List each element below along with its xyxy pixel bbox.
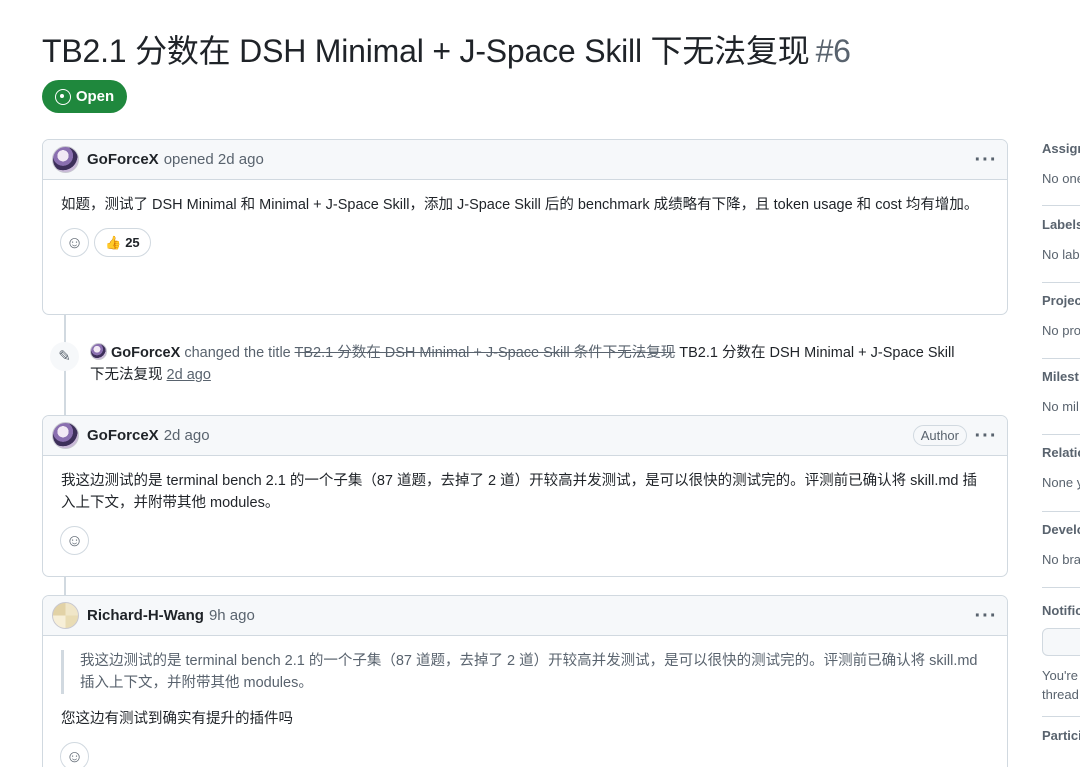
- reactions-bar: ☺: [43, 730, 1007, 767]
- author-badge: Author: [912, 425, 967, 446]
- timeline-comment: Richard-H-Wang 9h ago ··· 我这边测试的是 termin…: [42, 595, 1008, 767]
- event-timestamp[interactable]: 2d ago: [167, 367, 211, 383]
- divider: [1042, 511, 1080, 512]
- issue-body-comment: GoForceX opened 2d ago ··· 如题，测试了 DSH Mi…: [42, 139, 1008, 315]
- sidebar-assignees[interactable]: Assign No one: [1042, 141, 1080, 186]
- blockquote: 我这边测试的是 terminal bench 2.1 的一个子集（87 道题，去…: [61, 650, 989, 694]
- event-text: GoForceX changed the title TB2.1 分数在 DSH…: [90, 342, 970, 386]
- comment-author[interactable]: GoForceX: [87, 151, 159, 168]
- kebab-horizontal-icon[interactable]: ···: [973, 426, 999, 446]
- notification-text-2: thread: [1042, 687, 1079, 702]
- issue-state-badge: Open: [42, 80, 127, 113]
- sidebar-notifications: Notific You're thread: [1042, 603, 1080, 704]
- comment-author[interactable]: GoForceX: [87, 427, 159, 444]
- avatar[interactable]: [90, 343, 107, 360]
- subscribe-button[interactable]: [1042, 628, 1080, 656]
- sidebar-labels[interactable]: Labels No lab: [1042, 217, 1080, 262]
- reaction-thumbsup-button[interactable]: 👍 25: [94, 228, 151, 257]
- avatar[interactable]: [52, 422, 79, 449]
- comment-timestamp[interactable]: 2d ago: [164, 427, 210, 444]
- sidebar-heading: Notific: [1042, 603, 1080, 618]
- avatar[interactable]: [52, 602, 79, 629]
- sidebar-heading: Relatio: [1042, 445, 1080, 460]
- issue-title-heading: TB2.1 分数在 DSH Minimal + J-Space Skill 下无…: [42, 26, 851, 72]
- divider: [1042, 434, 1080, 435]
- sidebar-value: No pro: [1042, 323, 1080, 338]
- sidebar-value: No bra: [1042, 552, 1080, 567]
- renamed-title-event: ✎ GoForceX changed the title TB2.1 分数在 D…: [50, 342, 970, 386]
- sidebar-participants: Partici: [1042, 728, 1080, 743]
- divider: [1042, 587, 1080, 588]
- sidebar-value: No lab: [1042, 247, 1080, 262]
- notification-text-1: You're: [1042, 668, 1078, 683]
- event-action: changed the title: [184, 345, 291, 361]
- sidebar-value: None y: [1042, 475, 1080, 490]
- smiley-icon[interactable]: ☺: [60, 228, 89, 257]
- sidebar-development[interactable]: Develo No bra: [1042, 522, 1080, 567]
- smiley-icon[interactable]: ☺: [60, 526, 89, 555]
- issue-opened-icon: [54, 88, 71, 105]
- kebab-horizontal-icon[interactable]: ···: [973, 150, 999, 170]
- issue-state-label: Open: [75, 88, 115, 105]
- divider: [1042, 205, 1080, 206]
- reaction-count: 25: [125, 235, 140, 250]
- smiley-icon[interactable]: ☺: [60, 742, 89, 767]
- comment-header: GoForceX 2d ago Author ···: [43, 416, 1007, 456]
- sidebar-heading: Labels: [1042, 217, 1080, 232]
- issue-title: TB2.1 分数在 DSH Minimal + J-Space Skill 下无…: [42, 33, 810, 69]
- divider: [1042, 282, 1080, 283]
- comment-timestamp[interactable]: 9h ago: [209, 607, 255, 624]
- comment-body: 您这边有测试到确实有提升的插件吗: [61, 711, 293, 727]
- kebab-horizontal-icon[interactable]: ···: [973, 606, 999, 626]
- sidebar-heading: Milest: [1042, 369, 1079, 384]
- pencil-icon: ✎: [50, 342, 79, 371]
- divider: [1042, 716, 1080, 717]
- sidebar-heading: Develo: [1042, 522, 1080, 537]
- issue-number: #6: [815, 33, 851, 69]
- sidebar-value: No one: [1042, 171, 1080, 186]
- sidebar-heading: Partici: [1042, 728, 1080, 743]
- comment-body: 如题，测试了 DSH Minimal 和 Minimal + J-Space S…: [61, 197, 979, 213]
- comment-author[interactable]: Richard-H-Wang: [87, 607, 204, 624]
- comment-header: GoForceX opened 2d ago ···: [43, 140, 1007, 180]
- timeline-comment: GoForceX 2d ago Author ··· 我这边测试的是 termi…: [42, 415, 1008, 577]
- reactions-bar: ☺ 👍 25: [43, 216, 1007, 271]
- divider: [1042, 358, 1080, 359]
- avatar[interactable]: [52, 146, 79, 173]
- event-actor[interactable]: GoForceX: [111, 345, 180, 361]
- sidebar-heading: Assign: [1042, 141, 1080, 156]
- sidebar-value: No mil: [1042, 399, 1079, 414]
- sidebar-relationships[interactable]: Relatio None y: [1042, 445, 1080, 490]
- sidebar-heading: Projec: [1042, 293, 1080, 308]
- reactions-bar: ☺: [43, 514, 1007, 569]
- sidebar-projects[interactable]: Projec No pro: [1042, 293, 1080, 338]
- thumbs-up-icon: 👍: [105, 234, 122, 250]
- comment-header: Richard-H-Wang 9h ago ···: [43, 596, 1007, 636]
- comment-body-wrapper: 我这边测试的是 terminal bench 2.1 的一个子集（87 道题，去…: [43, 636, 1007, 730]
- comment-timestamp[interactable]: opened 2d ago: [164, 151, 264, 168]
- sidebar-milestone[interactable]: Milest No mil: [1042, 369, 1080, 414]
- comment-body: 我这边测试的是 terminal bench 2.1 的一个子集（87 道题，去…: [61, 473, 978, 511]
- old-title: TB2.1 分数在 DSH Minimal + J-Space Skill 条件…: [294, 345, 676, 361]
